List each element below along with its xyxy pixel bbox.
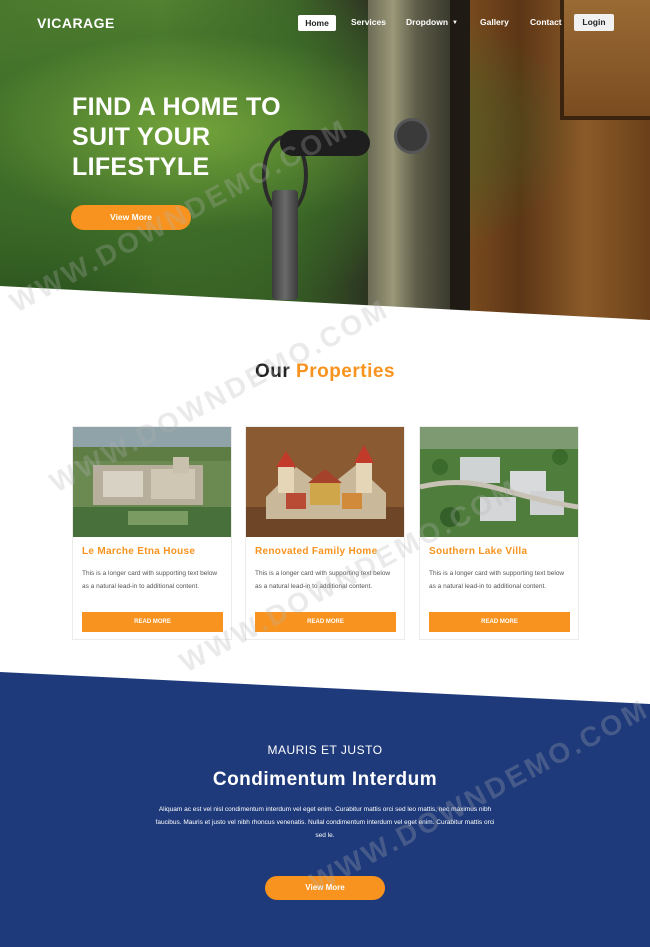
feature-view-more-button[interactable]: View More [265,876,385,900]
feature-title: Condimentum Interdum [212,769,438,790]
property-name[interactable]: Renovated Family Home [255,546,377,557]
brand-logo[interactable]: VICARAGE [37,15,115,31]
property-image-aerial-villas[interactable] [420,427,578,537]
property-card: Renovated Family Home This is a longer c… [245,426,405,640]
nav-item-services[interactable]: Services [351,17,386,27]
properties-heading: Our Properties [0,361,650,383]
read-more-button[interactable]: READ MORE [429,612,570,632]
nav-item-contact[interactable]: Contact [530,17,562,27]
property-image-model-houses[interactable] [246,427,404,537]
chevron-down-icon: ▼ [452,19,458,26]
property-card: Le Marche Etna House This is a longer ca… [72,426,232,640]
feature-subtitle: MAURIS ET JUSTO [267,743,383,757]
login-button[interactable]: Login [574,14,614,31]
property-description: This is a longer card with supporting te… [82,570,218,590]
feature-description: Aliquam ac est vel nisl condimentum inte… [155,806,495,839]
nav-item-home[interactable]: Home [298,15,336,31]
read-more-button[interactable]: READ MORE [255,612,396,632]
properties-heading-part2: Properties [296,361,396,382]
property-description: This is a longer card with supporting te… [429,570,565,590]
nav-item-dropdown-label: Dropdown [406,17,449,27]
navbar: VICARAGE Home Services Dropdown ▼ Gallery… [0,0,650,44]
hero-title: FIND A HOME TO SUIT YOUR LIFESTYLE [72,92,332,182]
nav-item-gallery[interactable]: Gallery [480,17,509,27]
property-card: Southern Lake Villa This is a longer car… [419,426,579,640]
read-more-button[interactable]: READ MORE [82,612,223,632]
property-description: This is a longer card with supporting te… [255,570,391,590]
hero-title-line2: SUIT YOUR [72,123,211,151]
property-name[interactable]: Southern Lake Villa [429,546,527,557]
nav-item-dropdown[interactable]: Dropdown ▼ [406,17,458,27]
property-name[interactable]: Le Marche Etna House [82,546,195,557]
hero-view-more-button[interactable]: View More [71,205,191,230]
property-image-aerial-campus[interactable] [73,427,231,537]
hero-title-line3: LIFESTYLE [72,153,210,181]
properties-heading-part1: Our [254,361,291,382]
hero-title-line1: FIND A HOME TO [72,93,281,121]
